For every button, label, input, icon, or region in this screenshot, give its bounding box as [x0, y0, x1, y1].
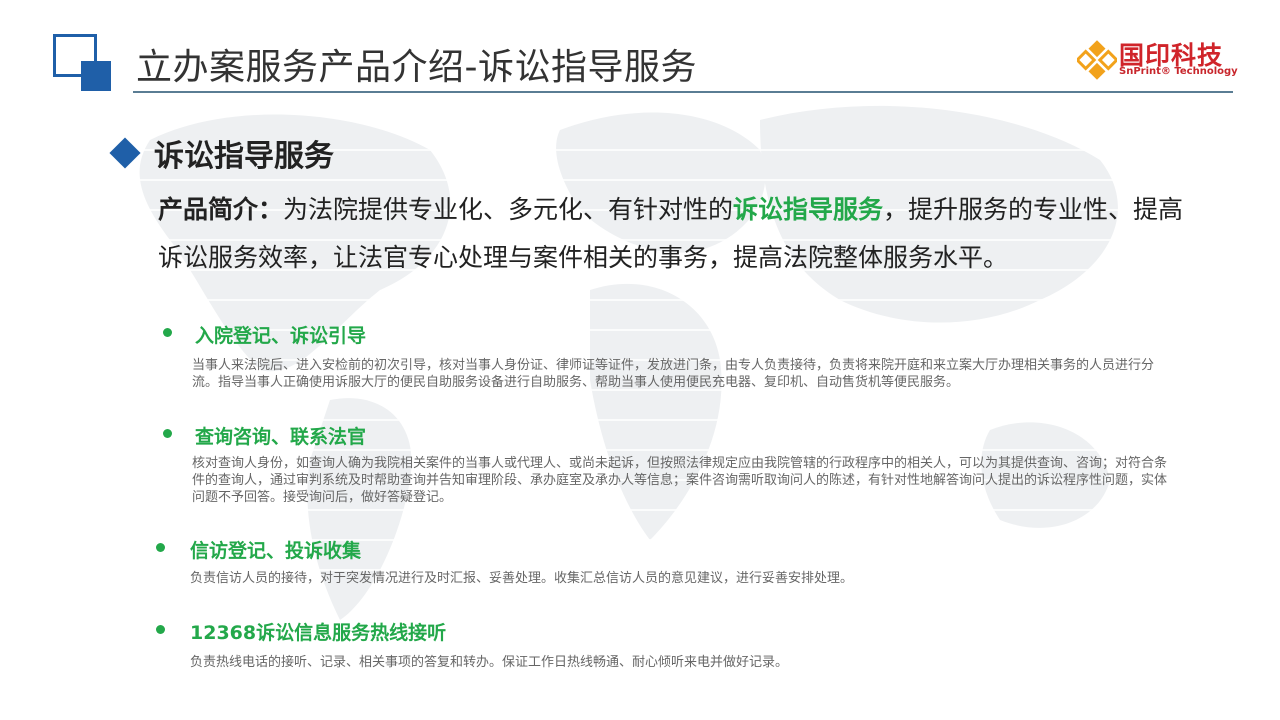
section-title: 诉讼指导服务 [154, 139, 334, 174]
brand-mark-icon [1077, 40, 1117, 80]
title-divider [133, 91, 1233, 93]
bullet-dot-icon [163, 429, 172, 438]
brand-logo: 国印科技 SnPrint® Technology [1077, 36, 1238, 84]
bullet-dot-icon [163, 328, 172, 337]
page-title: 立办案服务产品介绍-诉讼指导服务 [136, 47, 697, 88]
product-intro: 产品简介：为法院提供专业化、多元化、有针对性的诉讼指导服务，提升服务的专业性、提… [158, 186, 1198, 282]
intro-label: 产品简介： [158, 195, 284, 224]
bullet-dot-icon [156, 625, 165, 634]
item-description: 核对查询人身份，如查询人确为我院相关案件的当事人或代理人、或尚未起诉，但按照法律… [192, 456, 1168, 505]
intro-text-pre: 为法院提供专业化、多元化、有针对性的 [283, 195, 734, 224]
item-description: 负责热线电话的接听、记录、相关事项的答复和转办。保证工作日热线畅通、耐心倾听来电… [190, 655, 789, 670]
section-heading: 诉讼指导服务 [109, 131, 334, 175]
bullet-dot-icon [156, 543, 165, 552]
brand-name-en: SnPrint® Technology [1119, 66, 1238, 77]
filled-square [81, 61, 111, 91]
item-title: 12368诉讼信息服务热线接听 [190, 622, 447, 644]
intro-highlight: 诉讼指导服务 [733, 195, 884, 224]
diamond-bullet-icon [109, 137, 141, 169]
item-title: 入院登记、诉讼引导 [195, 325, 367, 347]
item-title: 信访登记、投诉收集 [190, 540, 362, 562]
item-description: 当事人来法院后、进入安检前的初次引导，核对当事人身份证、律师证等证件，发放进门条… [192, 358, 1155, 390]
item-title: 查询咨询、联系法官 [195, 426, 367, 448]
item-description: 负责信访人员的接待，对于突发情况进行及时汇报、妥善处理。收集汇总信访人员的意见建… [190, 571, 854, 586]
title-decoration [53, 34, 113, 92]
